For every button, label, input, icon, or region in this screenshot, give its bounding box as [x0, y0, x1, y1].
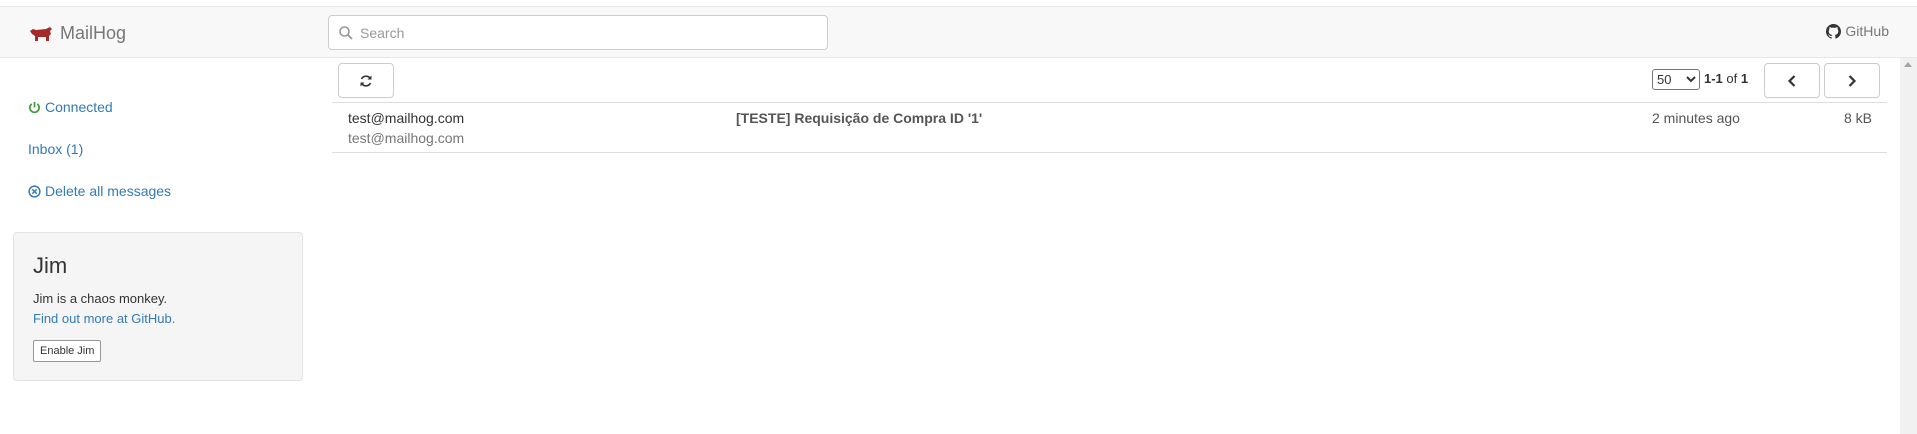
jim-github-link[interactable]: Find out more at GitHub.	[33, 311, 175, 326]
inbox-label: Inbox (1)	[28, 141, 84, 157]
github-icon	[1826, 23, 1842, 39]
scrollbar[interactable]	[1900, 58, 1917, 434]
message-from: test@mailhog.com	[348, 110, 465, 126]
navbar: MailHog GitHub	[0, 6, 1917, 58]
page-size-select[interactable]: 50	[1652, 69, 1700, 90]
search-box[interactable]	[328, 15, 828, 50]
search-icon	[339, 25, 353, 40]
message-time: 2 minutes ago	[1652, 110, 1740, 126]
page-of: of	[1726, 71, 1738, 86]
message-row[interactable]: test@mailhog.com test@mailhog.com [TESTE…	[332, 103, 1887, 153]
message-toolbar: 50 1-1 of 1	[332, 63, 1887, 100]
jim-panel: Jim Jim is a chaos monkey. Find out more…	[13, 232, 303, 381]
previous-page-button[interactable]	[1764, 63, 1820, 98]
remove-circle-icon	[28, 184, 41, 198]
message-size: 8 kB	[1843, 110, 1872, 126]
delete-all-messages-link[interactable]: Delete all messages	[28, 183, 171, 199]
pig-logo-icon	[30, 27, 52, 41]
brand-link[interactable]: MailHog	[28, 22, 126, 44]
page-total: 1	[1740, 71, 1749, 86]
connected-label: Connected	[45, 99, 113, 115]
refresh-icon	[360, 74, 372, 87]
delete-all-label: Delete all messages	[45, 183, 172, 199]
chevron-left-icon	[1787, 74, 1796, 87]
connected-status: Connected	[28, 99, 113, 115]
search-input[interactable]	[360, 24, 800, 41]
jim-description: Jim is a chaos monkey.	[33, 291, 168, 306]
enable-jim-button[interactable]: Enable Jim	[33, 340, 102, 362]
pagination-info: 1-1 of 1	[1704, 71, 1748, 86]
page-range: 1-1	[1704, 71, 1723, 86]
refresh-button[interactable]	[338, 63, 394, 98]
sidebar-item-inbox[interactable]: Inbox (1)	[28, 141, 83, 157]
brand-name: MailHog	[60, 22, 127, 43]
jim-title: Jim	[33, 253, 68, 278]
scroll-up-arrow-icon[interactable]	[1904, 62, 1912, 67]
next-page-button[interactable]	[1824, 63, 1880, 98]
chevron-right-icon	[1848, 74, 1857, 87]
message-to: test@mailhog.com	[348, 130, 465, 146]
message-subject: [TESTE] Requisição de Compra ID '1'	[736, 110, 983, 126]
power-icon	[29, 101, 40, 113]
github-label: GitHub	[1845, 23, 1889, 39]
github-link[interactable]: GitHub	[1826, 23, 1889, 39]
